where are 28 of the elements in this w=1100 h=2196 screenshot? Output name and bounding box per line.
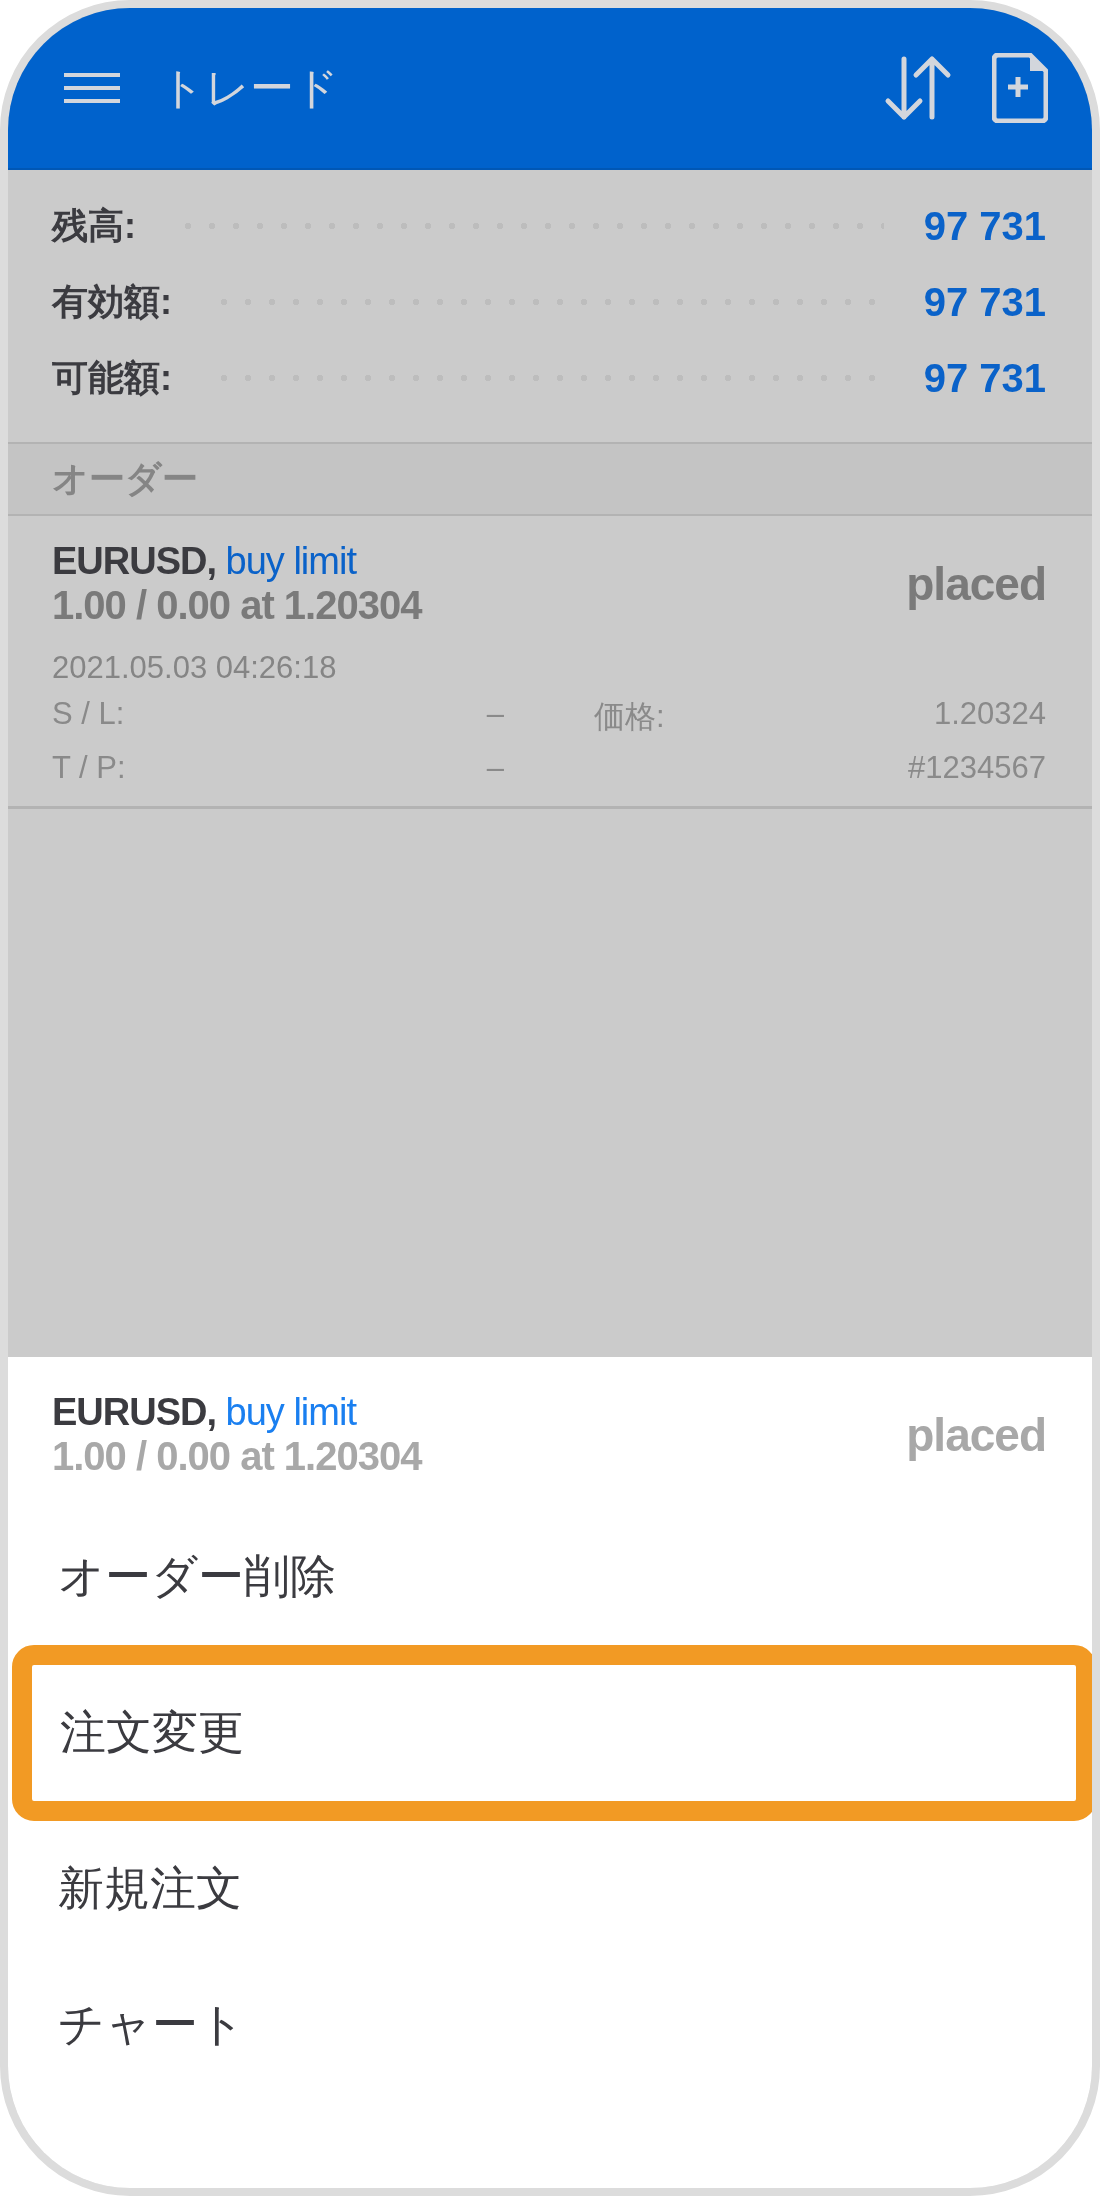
detail-value: –: [486, 696, 504, 733]
detail-value: 1.20324: [933, 696, 1046, 733]
balance-label: 可能額:: [52, 355, 172, 400]
order-status: placed: [906, 1408, 1046, 1462]
menu-item[interactable]: 注文変更: [12, 1645, 1092, 1821]
order-status: placed: [906, 557, 1046, 611]
order-time: 2021.05.03 04:26:18: [52, 650, 338, 686]
order-volume: 1.00 / 0.00 at 1.20304: [52, 583, 422, 628]
order-title: EURUSD, buy limit: [52, 540, 358, 583]
menu-icon[interactable]: [64, 73, 120, 103]
balance-value: 97 731: [923, 355, 1046, 401]
menu-item[interactable]: チャート: [8, 1957, 1092, 2093]
detail-label: T / P:: [52, 750, 126, 786]
balance-value: 97 731: [923, 279, 1046, 325]
order-title: EURUSD, buy limit: [52, 1391, 358, 1434]
balance-label: 残高:: [52, 203, 136, 248]
section-title: オーダー: [52, 456, 198, 501]
detail-label: 価格:: [594, 698, 665, 736]
order-volume: 1.00 / 0.00 at 1.20304: [52, 1434, 422, 1479]
balance-value: 97 731: [923, 203, 1046, 249]
screen-title: トレード: [160, 61, 340, 114]
menu-item[interactable]: オーダー削除: [8, 1509, 1092, 1645]
detail-value: –: [486, 750, 504, 786]
balance-label: 有効額:: [52, 279, 172, 324]
menu-item[interactable]: 新規注文: [8, 1821, 1092, 1957]
new-document-icon[interactable]: [992, 53, 1048, 123]
detail-label: S / L:: [52, 696, 125, 733]
detail-value: #1234567: [908, 750, 1046, 786]
